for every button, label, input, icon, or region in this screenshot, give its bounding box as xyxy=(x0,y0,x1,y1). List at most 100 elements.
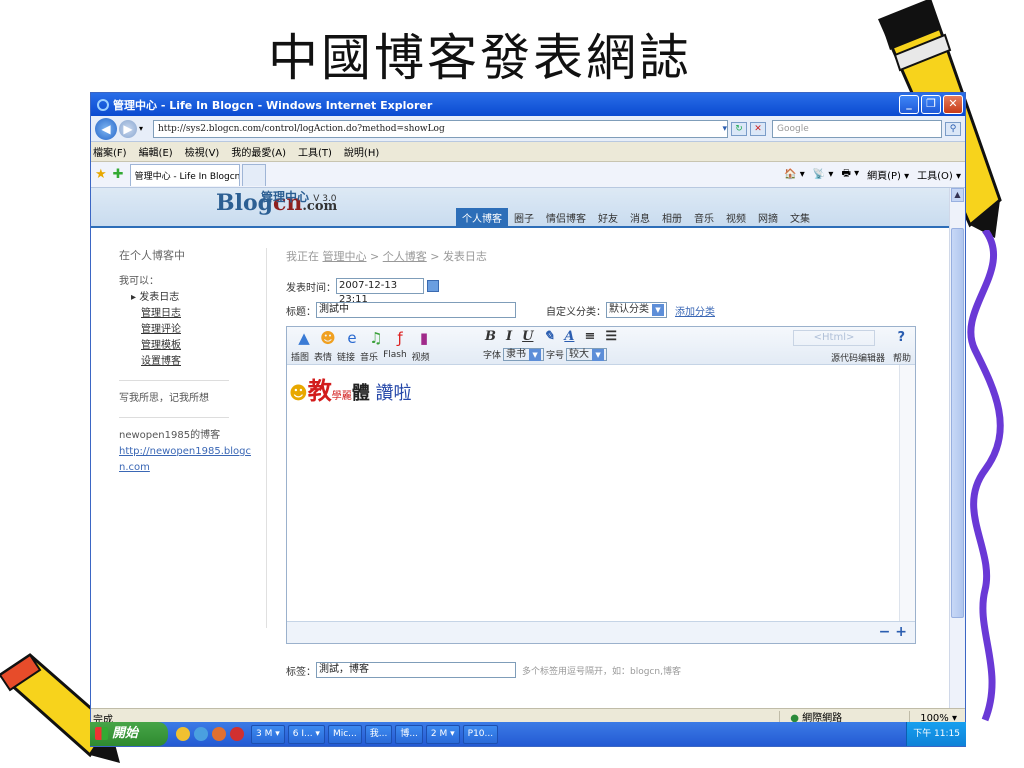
calendar-icon[interactable] xyxy=(427,280,439,292)
nav-friends[interactable]: 好友 xyxy=(592,208,624,227)
sidebar-item-manage-logs[interactable]: 管理日志 xyxy=(141,306,259,322)
taskbar-item[interactable]: Mic... xyxy=(327,724,362,744)
font-color-icon[interactable]: A xyxy=(564,329,574,344)
page-scrollbar[interactable]: ▲ ▼ xyxy=(949,188,965,728)
url-dropdown-icon[interactable]: ▾ xyxy=(722,124,727,134)
add-category-link[interactable]: 添加分类 xyxy=(675,303,715,318)
sidebar-item-manage-comments[interactable]: 管理评论 xyxy=(141,322,259,338)
nav-collection[interactable]: 文集 xyxy=(784,208,816,227)
crumb-management-center[interactable]: 管理中心 xyxy=(323,250,367,263)
forward-button[interactable]: ▶ xyxy=(119,119,137,138)
editor-content[interactable]: ☻教學麗體 讚啦 xyxy=(287,365,899,623)
editor-scrollbar[interactable] xyxy=(899,365,915,623)
clock[interactable]: 下午 11:15 xyxy=(913,729,960,739)
crumb-post-log: 发表日志 xyxy=(442,250,487,263)
tools-menu[interactable]: 工具(O) ▾ xyxy=(917,167,961,182)
close-button[interactable]: ✕ xyxy=(943,95,963,114)
sidebar-motto: 写我所思，记我所想 xyxy=(119,393,209,404)
taskbar-item[interactable]: P10... xyxy=(462,724,499,744)
music-icon[interactable]: ♫ xyxy=(365,329,387,347)
start-button[interactable]: 開始 xyxy=(90,722,168,746)
nav-music[interactable]: 音乐 xyxy=(688,208,720,227)
nav-messages[interactable]: 消息 xyxy=(624,208,656,227)
feeds-button[interactable]: 📡 ▾ xyxy=(813,169,834,180)
size-select[interactable]: 较大 ▼ xyxy=(566,348,608,361)
system-tray: 下午 11:15 xyxy=(906,722,966,746)
quick-launch-icon[interactable] xyxy=(230,727,244,741)
category-select[interactable]: 默认分类 ▼ xyxy=(606,302,667,318)
back-button[interactable]: ◀ xyxy=(95,117,117,140)
sidebar-item-post-log[interactable]: ▸ 发表日志 xyxy=(131,290,259,306)
tag-field[interactable]: 測試，博客 xyxy=(316,662,516,678)
taskbar-item[interactable]: 6 I... ▾ xyxy=(287,724,325,744)
taskbar: 開始 3 M ▾ 6 I... ▾ Mic... 我... 博... 2 M ▾… xyxy=(90,722,966,746)
sidebar-item-settings[interactable]: 设置博客 xyxy=(141,354,259,370)
post-form: 我正在 管理中心 > 个人博客 > 发表日志 发表时间： 2007-12-13 … xyxy=(286,248,926,678)
quick-launch-icon[interactable] xyxy=(176,727,190,741)
page-menu[interactable]: 網頁(P) ▾ xyxy=(867,167,909,182)
list-icon[interactable]: ☰ xyxy=(605,329,617,344)
command-bar: 🏠 ▾ 📡 ▾ 🖶 ▾ 網頁(P) ▾ 工具(O) ▾ xyxy=(776,166,965,183)
tool-flash-label: Flash xyxy=(383,350,407,360)
menu-file[interactable]: 檔案(F) xyxy=(93,144,127,159)
nav-album[interactable]: 相册 xyxy=(656,208,688,227)
tab-label: 管理中心 - Life In Blogcn xyxy=(134,171,240,182)
nav-video[interactable]: 视频 xyxy=(720,208,752,227)
menu-view[interactable]: 檢視(V) xyxy=(185,144,220,159)
menu-help[interactable]: 說明(H) xyxy=(344,144,379,159)
menu-favorites[interactable]: 我的最愛(A) xyxy=(231,144,286,159)
favorites-star-icon[interactable]: ★ xyxy=(95,167,107,182)
home-button[interactable]: 🏠 ▾ xyxy=(784,169,805,180)
time-label: 发表时间： xyxy=(286,282,336,294)
restore-button[interactable]: ❐ xyxy=(921,95,941,114)
search-icon[interactable]: ⚲ xyxy=(945,121,961,136)
scroll-thumb[interactable] xyxy=(951,228,964,618)
flash-icon[interactable]: ƒ xyxy=(389,329,411,347)
taskbar-item[interactable]: 博... xyxy=(395,724,423,744)
editor-resize[interactable]: − + xyxy=(287,621,915,643)
taskbar-item[interactable]: 3 M ▾ xyxy=(251,724,285,744)
emoticon-icon[interactable]: ☻ xyxy=(317,329,339,347)
title-field[interactable]: 測試中 xyxy=(316,302,516,318)
nav-personal-blog[interactable]: 个人博客 xyxy=(456,208,508,227)
underline-button[interactable]: U xyxy=(522,329,533,344)
highlight-icon[interactable]: ✎ xyxy=(543,329,554,344)
bold-button[interactable]: B xyxy=(485,329,496,344)
sidebar-item-manage-templates[interactable]: 管理模板 xyxy=(141,338,259,354)
new-tab-button[interactable] xyxy=(241,163,266,186)
menu-tools[interactable]: 工具(T) xyxy=(298,144,332,159)
slide-title: 中國博客發表網誌 xyxy=(268,29,692,87)
print-button[interactable]: 🖶 ▾ xyxy=(841,166,859,183)
align-icon[interactable]: ≡ xyxy=(584,329,595,344)
quick-launch-icon[interactable] xyxy=(194,727,208,741)
tab-management[interactable]: 管理中心 - Life In Blogcn xyxy=(129,163,240,186)
nav-couple-blog[interactable]: 情侣博客 xyxy=(540,208,592,227)
stop-button[interactable]: ✕ xyxy=(750,121,766,136)
taskbar-item[interactable]: 2 M ▾ xyxy=(425,724,460,744)
crumb-personal-blog[interactable]: 个人博客 xyxy=(383,250,427,263)
italic-button[interactable]: I xyxy=(506,329,512,344)
time-field[interactable]: 2007-12-13 23:11 xyxy=(336,278,424,305)
taskbar-item[interactable]: 我... xyxy=(364,724,393,744)
sidebar-owner-link[interactable]: http://newopen1985.blogcn.com xyxy=(119,444,254,476)
font-select[interactable]: 隶书 ▼ xyxy=(503,348,545,361)
menu-edit[interactable]: 編輯(E) xyxy=(139,144,173,159)
nav-circle[interactable]: 圈子 xyxy=(508,208,540,227)
help-button[interactable]: ? xyxy=(897,330,905,345)
add-favorite-icon[interactable]: ✚ xyxy=(113,167,124,182)
ie-window: 管理中心 - Life In Blogcn - Windows Internet… xyxy=(90,92,966,747)
refresh-button[interactable]: ↻ xyxy=(731,121,747,136)
url-field[interactable]: http://sys2.blogcn.com/control/logAction… xyxy=(153,119,728,138)
link-icon[interactable]: e xyxy=(341,329,363,347)
video-icon[interactable]: ▮ xyxy=(413,329,435,347)
url-text: http://sys2.blogcn.com/control/logAction… xyxy=(158,123,445,134)
search-input[interactable]: Google xyxy=(772,119,942,138)
quick-launch-icon[interactable] xyxy=(212,727,226,741)
insert-image-icon[interactable]: ▲ xyxy=(293,329,315,347)
scroll-up-icon[interactable]: ▲ xyxy=(951,188,964,202)
nav-bookmarks[interactable]: 网摘 xyxy=(752,208,784,227)
help-label: 帮助 xyxy=(892,354,911,364)
minimize-button[interactable]: _ xyxy=(899,95,919,114)
history-dropdown-icon[interactable]: ▾ xyxy=(139,124,143,133)
html-button[interactable]: <Html> xyxy=(793,330,875,346)
